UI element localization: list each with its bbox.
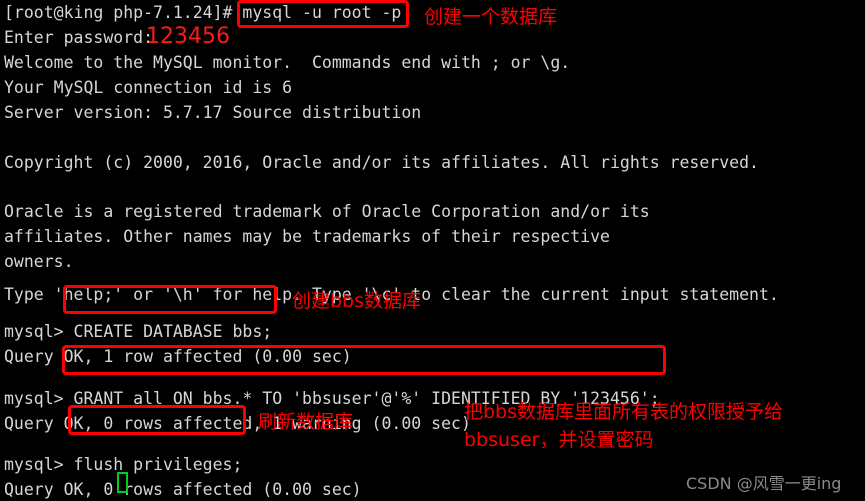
terminal-line-copyright: Copyright (c) 2000, 2016, Oracle and/or … bbox=[4, 153, 759, 172]
terminal-line-trademark-1: Oracle is a registered trademark of Orac… bbox=[4, 202, 650, 221]
terminal-line-create-database: mysql> CREATE DATABASE bbs; bbox=[4, 322, 273, 341]
terminal-line-server-version: Server version: 5.7.17 Source distributi… bbox=[4, 103, 422, 122]
annotation-grant-privileges-line1: 把bbs数据库里面所有表的权限授予给 bbox=[464, 401, 784, 423]
terminal-line-connection-id: Your MySQL connection id is 6 bbox=[4, 78, 293, 97]
password-annotation: 123456 bbox=[146, 24, 230, 49]
terminal-line-flush-result: Query OK, 0 rows affected (0.00 sec) bbox=[4, 480, 362, 499]
annotation-grant-privileges-line2: bbsuser，并设置密码 bbox=[464, 429, 654, 451]
terminal-line-grant-result: Query OK, 0 rows affected, 1 warning (0.… bbox=[4, 414, 471, 433]
terminal-line-welcome: Welcome to the MySQL monitor. Commands e… bbox=[4, 53, 571, 72]
annotation-create-database-generic: 创建一个数据库 bbox=[424, 6, 558, 28]
annotation-create-bbs-database: 创建bbs数据库 bbox=[292, 290, 422, 312]
terminal-line-prompt-mysql-login: [root@king php-7.1.24]# mysql -u root -p bbox=[4, 3, 402, 22]
terminal-window: [root@king php-7.1.24]# mysql -u root -p… bbox=[0, 0, 865, 501]
terminal-line-create-result: Query OK, 1 row affected (0.00 sec) bbox=[4, 347, 352, 366]
annotation-flush-database: 刷新数据库 bbox=[258, 411, 354, 433]
terminal-line-enter-password: Enter password: bbox=[4, 28, 154, 47]
terminal-line-trademark-2: affiliates. Other names may be trademark… bbox=[4, 227, 610, 246]
watermark: CSDN @风雪一更ing bbox=[686, 474, 842, 493]
terminal-line-trademark-3: owners. bbox=[4, 252, 74, 271]
terminal-cursor bbox=[117, 472, 128, 493]
